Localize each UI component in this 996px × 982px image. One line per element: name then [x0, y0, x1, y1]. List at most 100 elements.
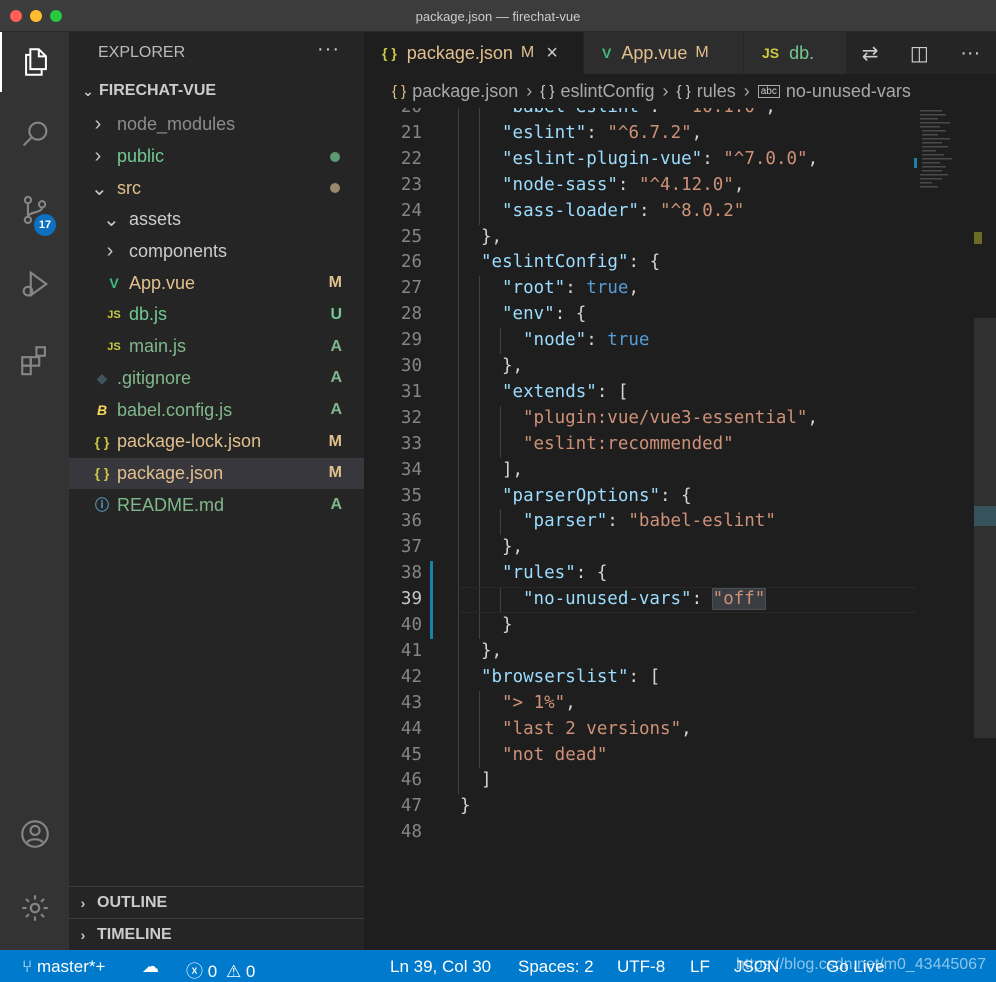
code-editor[interactable]: 20 "babel-eslint": "^10.1.0", 21 "eslint": … — [364, 108, 924, 950]
split-editor-icon[interactable]: ◫ — [910, 41, 929, 66]
code-text: "eslint-plugin-vue": "^7.0.0", — [502, 148, 819, 169]
code-text: "last 2 versions", — [502, 718, 692, 739]
tree-item[interactable]: { } package-lock.json M — [69, 426, 364, 458]
code-text: "sass-loader": "^8.0.2" — [502, 200, 745, 221]
explorer-header: EXPLORER — [98, 44, 186, 61]
editor-tab[interactable]: V App.vue M — [584, 32, 744, 74]
account-icon[interactable] — [0, 804, 69, 864]
git-status-badge: U — [330, 305, 342, 323]
tree-item-label: package-lock.json — [117, 431, 262, 452]
explorer-icon[interactable] — [0, 32, 69, 92]
line-number: 29 — [400, 330, 422, 351]
tree-item[interactable]: V App.vue M — [69, 267, 364, 299]
line-number: 41 — [400, 640, 422, 661]
json-file-icon: { } — [94, 433, 110, 450]
breadcrumb-item[interactable]: rules — [697, 81, 736, 102]
tree-item-label: package.json — [117, 462, 224, 483]
tree-item[interactable]: { } package.json M — [69, 457, 364, 490]
editor-tab[interactable]: JS db. — [744, 32, 854, 74]
breadcrumb-item[interactable]: no-unused-vars — [786, 81, 911, 102]
code-line: 48 — [364, 820, 924, 846]
code-line: 37}, — [364, 535, 924, 561]
minimap[interactable] — [912, 108, 972, 208]
tree-item[interactable]: ◆ .gitignore A — [69, 363, 364, 395]
editor-tab[interactable]: { } package.json M × — [364, 32, 584, 74]
line-number: 26 — [400, 252, 422, 273]
code-text: }, — [481, 640, 503, 661]
more-actions-icon[interactable]: ··· — [960, 42, 980, 65]
branch-name: master*+ — [36, 957, 106, 976]
indentation[interactable]: Spaces: 2 — [518, 957, 594, 977]
code-line: 27 "root": true, — [364, 276, 924, 302]
watermark-text: https://blog.csdn.net/m0_43445067 — [736, 956, 986, 973]
tree-item[interactable]: ⓘ README.md A — [69, 489, 364, 521]
line-number: 37 — [400, 537, 422, 558]
explorer-sidebar: EXPLORER ··· ⌄ FIRECHAT-VUE › node_module… — [69, 32, 364, 950]
git-status-badge: M — [328, 464, 342, 482]
code-text: "not dead" — [502, 744, 608, 765]
status-bar: ⑂ master*+ ☁ ⓧ 0 ⚠ 0 Ln 39, Col 30 Space… — [0, 950, 996, 982]
chevron-right-icon: › — [526, 80, 533, 101]
extensions-icon[interactable] — [0, 330, 69, 390]
source-control-icon[interactable]: 17 — [0, 180, 69, 240]
timeline-section[interactable]: › TIMELINE — [69, 918, 364, 950]
cursor-position[interactable]: Ln 39, Col 30 — [390, 957, 491, 977]
window-title: package.json — firechat-vue — [415, 9, 581, 24]
open-changes-icon[interactable]: ⇄ — [862, 41, 879, 66]
workspace-folder[interactable]: ⌄ FIRECHAT-VUE — [77, 82, 216, 100]
scrollbar-thumb[interactable] — [974, 318, 996, 738]
end-of-line[interactable]: LF — [690, 957, 710, 977]
run-debug-icon[interactable] — [0, 254, 69, 314]
tree-item[interactable]: ⌄ src — [69, 172, 364, 204]
code-line: 21 "eslint": "^6.7.2", — [364, 121, 924, 147]
sync-icon[interactable]: ☁ — [142, 957, 159, 977]
scrollbar-marker — [974, 232, 982, 244]
tree-item[interactable]: › components — [69, 236, 364, 268]
code-text: } — [502, 615, 513, 635]
code-line: 41}, — [364, 639, 924, 665]
tree-item[interactable]: Bbabel.config.js A — [69, 394, 364, 426]
chevron-right-icon: › — [80, 894, 86, 911]
line-number: 25 — [400, 226, 422, 247]
code-text: "eslint": "^6.7.2", — [502, 122, 703, 143]
code-line: 47} — [364, 794, 924, 820]
branch-indicator[interactable]: ⑂ master*+ — [22, 957, 105, 977]
chevron-down-icon: ⌄ — [82, 82, 94, 99]
code-text: "babel-eslint": "^10.1.0", — [502, 108, 776, 121]
tree-item[interactable]: ⌄ assets — [69, 204, 364, 236]
settings-gear-icon[interactable] — [0, 878, 69, 938]
chevron-right-icon: › — [94, 113, 102, 136]
babel-file-icon: B — [96, 402, 108, 419]
more-actions-icon[interactable]: ··· — [317, 38, 340, 61]
timeline-label: TIMELINE — [97, 925, 172, 943]
problems-indicator[interactable]: ⓧ 0 ⚠ 0 — [186, 957, 255, 982]
chevron-down-icon: ⌄ — [91, 177, 108, 200]
tab-modified-mark: M — [520, 44, 535, 61]
search-icon[interactable] — [0, 104, 69, 164]
outline-section[interactable]: › OUTLINE — [69, 886, 364, 918]
json-file-icon: { } — [392, 82, 407, 100]
vertical-scrollbar[interactable] — [974, 108, 996, 950]
code-text: "> 1%", — [502, 692, 576, 713]
breadcrumb-file[interactable]: package.json — [412, 81, 518, 102]
line-number: 42 — [400, 666, 422, 687]
source-control-badge: 17 — [34, 214, 56, 236]
chevron-down-icon: ⌄ — [103, 209, 120, 232]
tree-item-label: src — [117, 177, 141, 198]
line-number: 43 — [400, 692, 422, 713]
encoding[interactable]: UTF-8 — [617, 957, 665, 977]
close-tab-icon[interactable]: × — [546, 42, 558, 65]
warning-icon: ⚠ — [225, 962, 242, 981]
code-text: "eslint:recommended" — [523, 433, 734, 454]
tree-item[interactable]: › node_modules — [69, 109, 364, 141]
code-line: 44 "last 2 versions", — [364, 717, 924, 743]
code-text: "root": true, — [502, 278, 639, 299]
tree-item-label: main.js — [129, 336, 187, 357]
tree-item[interactable]: JS db.js U — [69, 299, 364, 331]
line-number: 22 — [400, 148, 422, 169]
breadcrumb-item[interactable]: eslintConfig — [560, 81, 654, 102]
tree-item[interactable]: JS main.js A — [69, 331, 364, 363]
editor-actions: ⇄ ◫ ··· — [846, 32, 996, 74]
line-number: 40 — [400, 615, 422, 635]
tree-item[interactable]: › public — [69, 141, 364, 173]
